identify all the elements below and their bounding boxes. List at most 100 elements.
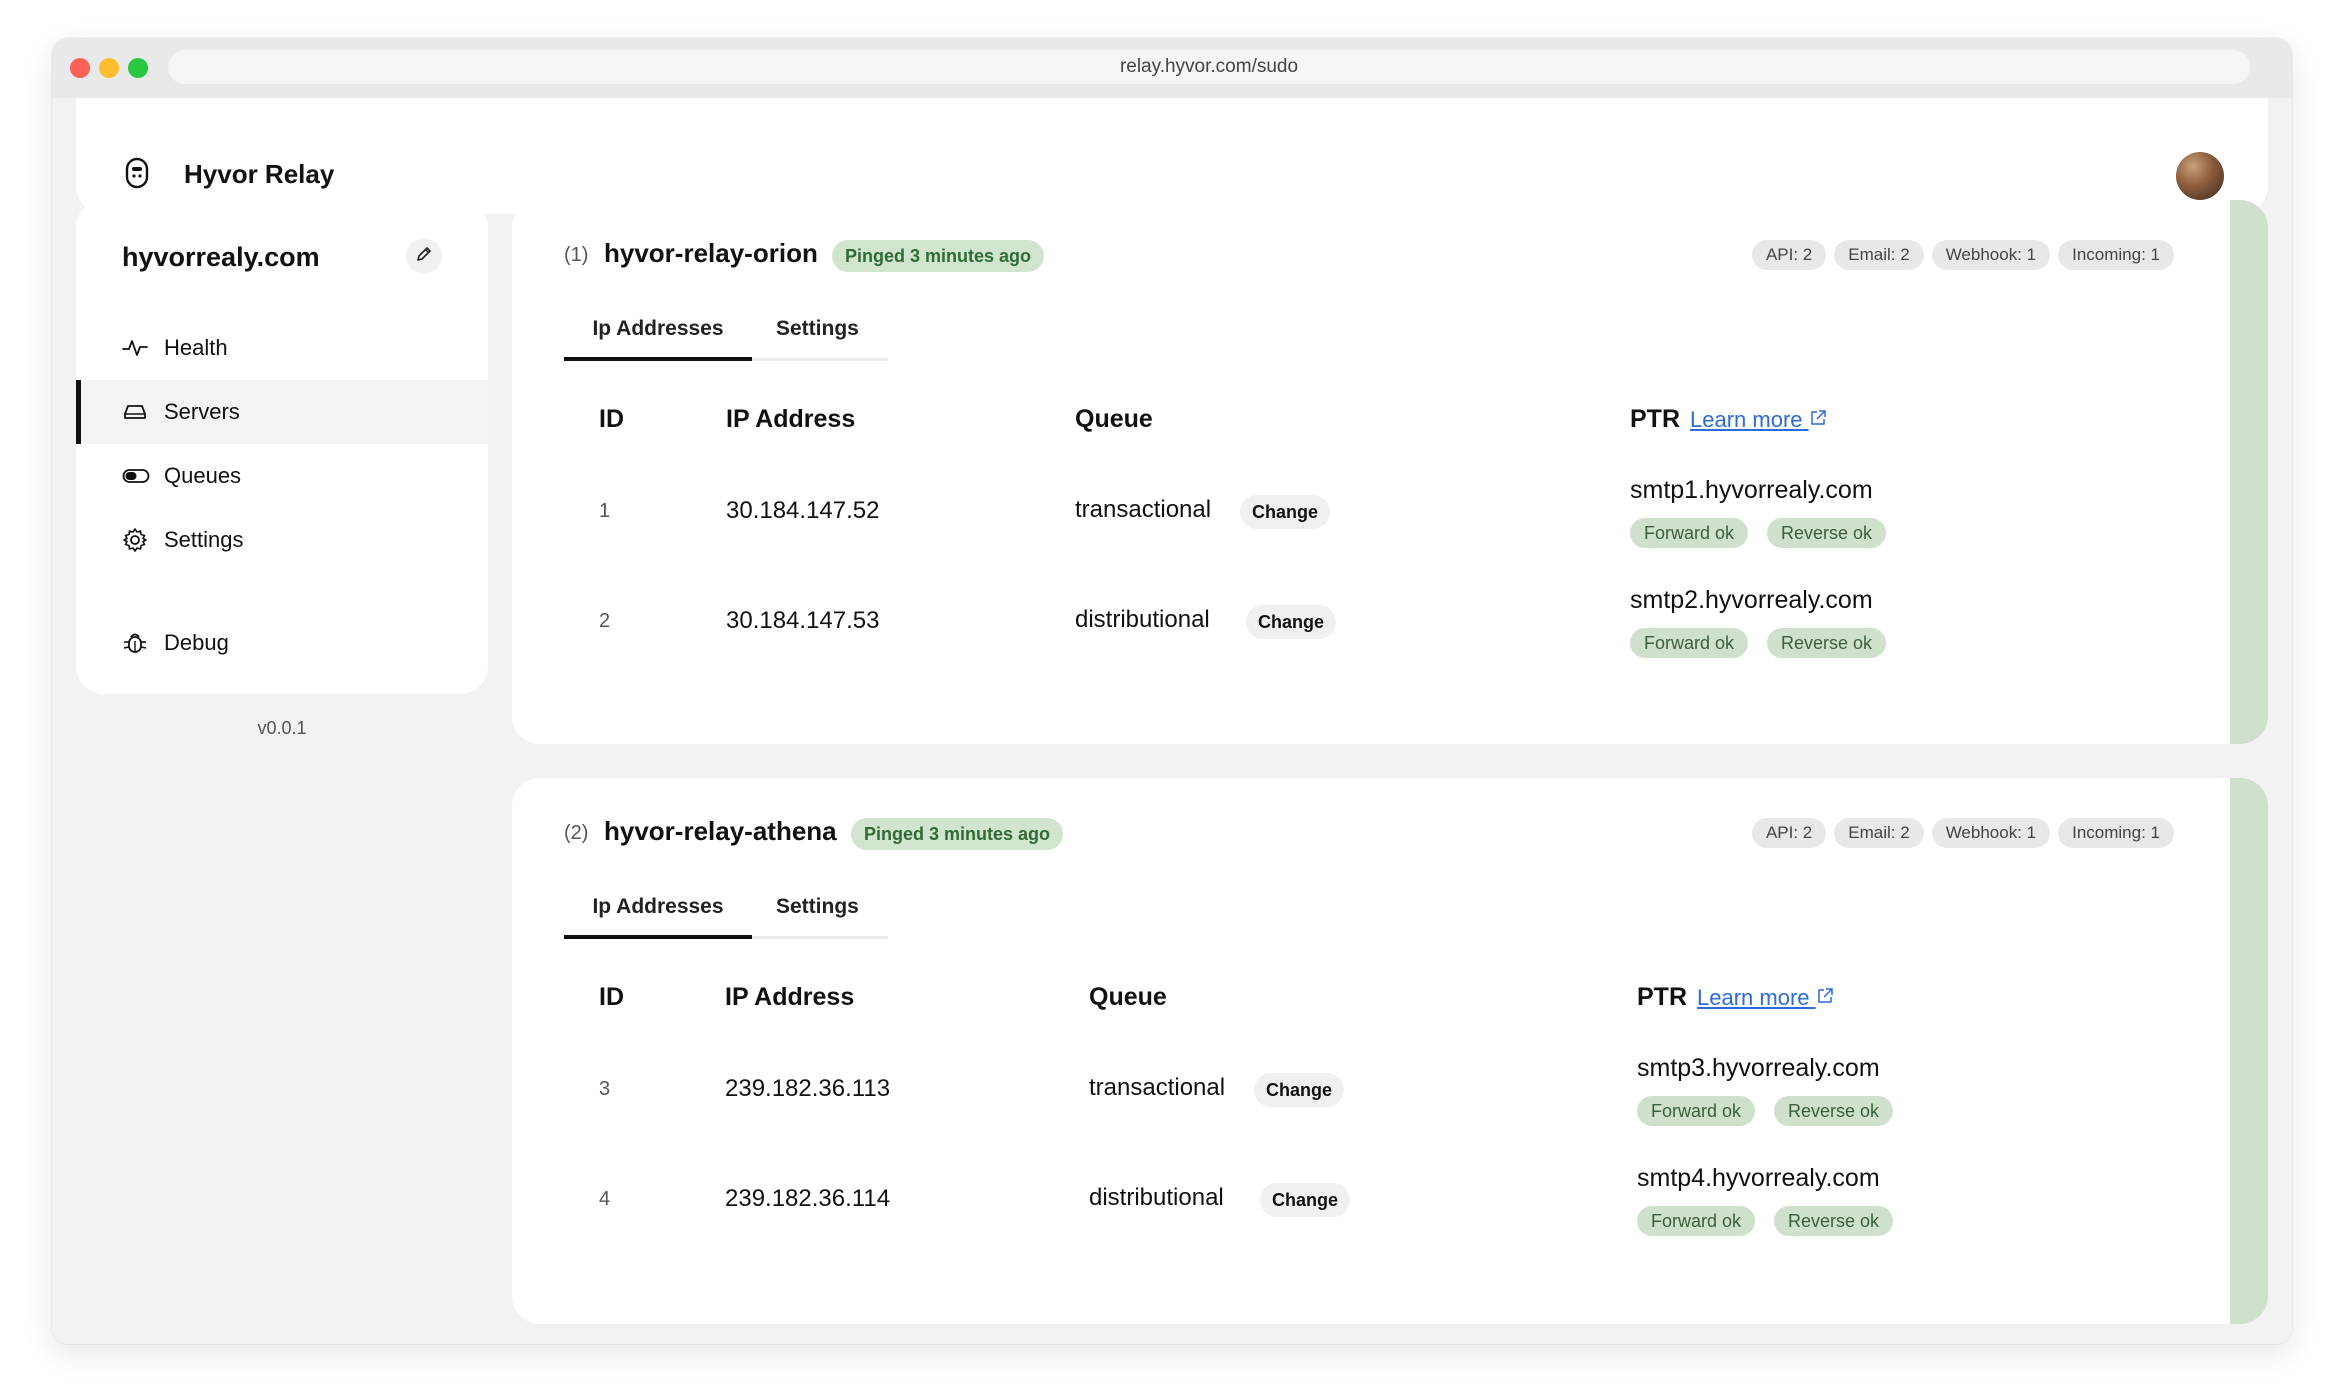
- address-bar[interactable]: relay.hyvor.com/sudo: [168, 50, 2250, 84]
- sidebar-item-label: Queues: [164, 463, 242, 488]
- stat-incoming-badge: Incoming: 1: [2058, 240, 2174, 270]
- stat-webhook-badge: Webhook: 1: [1931, 818, 2051, 848]
- stat-api-badge: API: 2: [1751, 240, 1827, 270]
- learn-more-link[interactable]: Learn more: [1697, 985, 1834, 1010]
- reverse-ok-badge: Reverse ok: [1774, 1206, 1894, 1236]
- column-header-id: ID: [599, 983, 624, 1011]
- close-window-button[interactable]: [70, 58, 90, 78]
- tab-ip-addresses[interactable]: Ip Addresses: [564, 878, 752, 939]
- ptr-label: PTR: [1637, 983, 1687, 1011]
- minimize-window-button[interactable]: [99, 58, 119, 78]
- server-tabs: Ip Addresses Settings: [564, 300, 888, 361]
- pencil-icon: [415, 245, 433, 268]
- forward-ok-badge: Forward ok: [1637, 1206, 1756, 1236]
- sidebar-item-settings[interactable]: Settings: [76, 508, 488, 572]
- row-ip: 30.184.147.52: [726, 497, 880, 524]
- row-id: 4: [599, 1188, 611, 1210]
- forward-ok-badge: Forward ok: [1637, 1096, 1756, 1126]
- column-header-ptr: PTR Learn more: [1637, 983, 1834, 1012]
- forward-ok-badge: Forward ok: [1630, 518, 1749, 548]
- external-link-icon: [1816, 985, 1834, 1010]
- project-domain-title: hyvorrealy.com: [122, 242, 320, 272]
- ptr-hostname: smtp2.hyvorrealy.com: [1630, 586, 1873, 614]
- learn-more-label: Learn more: [1690, 407, 1803, 432]
- server-card-accent: [2230, 778, 2268, 1324]
- row-ip: 239.182.36.113: [725, 1075, 891, 1102]
- column-header-id: ID: [599, 405, 624, 433]
- ptr-label: PTR: [1630, 405, 1680, 433]
- reverse-ok-badge: Reverse ok: [1767, 518, 1887, 548]
- edit-project-button[interactable]: [406, 238, 442, 274]
- row-id: 3: [599, 1078, 611, 1100]
- row-queue: transactional: [1075, 496, 1212, 523]
- tab-settings[interactable]: Settings: [776, 300, 859, 358]
- server-name: hyvor-relay-athena: [604, 816, 837, 846]
- stat-webhook-badge: Webhook: 1: [1931, 240, 2051, 270]
- row-ip: 239.182.36.114: [725, 1185, 891, 1212]
- ptr-hostname: smtp4.hyvorrealy.com: [1637, 1164, 1880, 1192]
- sidebar: hyvorrealy.com Health Servers Queues Set…: [76, 200, 488, 694]
- row-queue: distributional: [1089, 1184, 1224, 1211]
- change-queue-button[interactable]: Change: [1246, 605, 1337, 639]
- server-name: hyvor-relay-orion: [604, 238, 818, 268]
- stat-email-badge: Email: 2: [1834, 240, 1924, 270]
- row-id: 2: [599, 610, 611, 632]
- pulse-icon: [122, 338, 152, 358]
- sidebar-item-label: Debug: [164, 630, 229, 655]
- stat-api-badge: API: 2: [1751, 818, 1827, 848]
- sidebar-item-label: Settings: [164, 527, 244, 552]
- learn-more-link[interactable]: Learn more: [1690, 407, 1827, 432]
- row-queue: distributional: [1075, 606, 1210, 633]
- stat-incoming-badge: Incoming: 1: [2058, 818, 2174, 848]
- bug-icon: [122, 630, 152, 656]
- row-id: 1: [599, 500, 611, 522]
- reverse-ok-badge: Reverse ok: [1767, 628, 1887, 658]
- ping-status-badge: Pinged 3 minutes ago: [832, 240, 1045, 272]
- sidebar-item-label: Servers: [164, 399, 240, 424]
- sidebar-item-servers[interactable]: Servers: [76, 380, 488, 444]
- server-card: (2) hyvor-relay-athena Pinged 3 minutes …: [512, 778, 2268, 1324]
- stat-email-badge: Email: 2: [1834, 818, 1924, 848]
- change-queue-button[interactable]: Change: [1260, 1183, 1351, 1217]
- user-avatar[interactable]: [2176, 152, 2224, 200]
- tab-settings[interactable]: Settings: [776, 878, 859, 936]
- ptr-hostname: smtp1.hyvorrealy.com: [1630, 476, 1873, 504]
- toggle-icon: [122, 467, 152, 485]
- sidebar-item-label: Health: [164, 335, 228, 360]
- change-queue-button[interactable]: Change: [1254, 1073, 1345, 1107]
- column-header-queue: Queue: [1089, 983, 1167, 1011]
- sidebar-item-queues[interactable]: Queues: [76, 444, 488, 508]
- column-header-queue: Queue: [1075, 405, 1153, 433]
- server-card-accent: [2230, 200, 2268, 744]
- browser-titlebar: relay.hyvor.com/sudo: [52, 38, 2292, 98]
- hyvor-logo-icon[interactable]: [124, 156, 150, 195]
- server-icon: [122, 402, 152, 422]
- learn-more-label: Learn more: [1697, 985, 1810, 1010]
- column-header-ip: IP Address: [725, 983, 855, 1011]
- row-ip: 30.184.147.53: [726, 607, 880, 634]
- change-queue-button[interactable]: Change: [1240, 495, 1331, 529]
- server-card: (1) hyvor-relay-orion Pinged 3 minutes a…: [512, 200, 2268, 744]
- server-tabs: Ip Addresses Settings: [564, 878, 888, 939]
- gear-icon: [122, 527, 152, 553]
- server-stats: API: 2 Email: 2 Webhook: 1 Incoming: 1: [1751, 240, 2174, 270]
- column-header-ip: IP Address: [726, 405, 856, 433]
- app-brand[interactable]: Hyvor Relay: [184, 159, 334, 190]
- column-header-ptr: PTR Learn more: [1630, 405, 1827, 434]
- sidebar-item-debug[interactable]: Debug: [76, 611, 488, 675]
- forward-ok-badge: Forward ok: [1630, 628, 1749, 658]
- ping-status-badge: Pinged 3 minutes ago: [851, 818, 1064, 850]
- server-index: (1): [564, 244, 589, 266]
- tab-ip-addresses[interactable]: Ip Addresses: [564, 300, 752, 361]
- reverse-ok-badge: Reverse ok: [1774, 1096, 1894, 1126]
- row-queue: transactional: [1089, 1074, 1226, 1101]
- sidebar-item-health[interactable]: Health: [76, 316, 488, 380]
- maximize-window-button[interactable]: [128, 58, 148, 78]
- ptr-hostname: smtp3.hyvorrealy.com: [1637, 1054, 1880, 1082]
- server-stats: API: 2 Email: 2 Webhook: 1 Incoming: 1: [1751, 818, 2174, 848]
- server-index: (2): [564, 822, 589, 844]
- external-link-icon: [1809, 407, 1827, 432]
- app-header: Hyvor Relay: [76, 98, 2268, 214]
- app-version: v0.0.1: [257, 718, 307, 738]
- browser-window: relay.hyvor.com/sudo Hyvor Relay hyvorre…: [52, 38, 2292, 1344]
